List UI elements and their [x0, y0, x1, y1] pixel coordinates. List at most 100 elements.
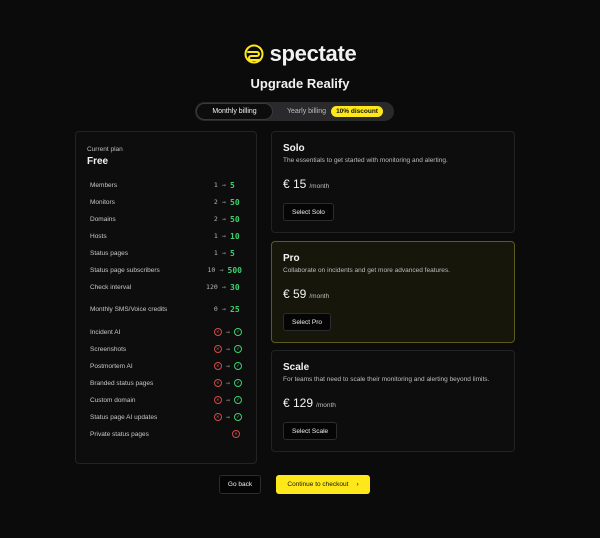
spectate-logo-icon: [244, 44, 264, 64]
quota-to: 5: [230, 248, 235, 258]
arrow-right-icon: →: [219, 266, 224, 274]
quota-to: 50: [230, 214, 240, 224]
arrow-right-icon: →: [225, 396, 230, 404]
quota-to: 30: [230, 282, 240, 292]
monthly-billing-option[interactable]: Monthly billing: [196, 103, 273, 120]
select-scale-button[interactable]: Select Scale: [283, 422, 338, 440]
plan-price: € 129 /month: [283, 396, 336, 410]
feature-values: ✕ → ✓: [206, 396, 242, 404]
x-icon: ✕: [213, 328, 222, 336]
feature-label: Branded status pages: [90, 379, 154, 387]
arrow-right-icon: →: [221, 181, 226, 189]
plan-card-pro: Pro Collaborate on incidents and get mor…: [271, 241, 515, 343]
feature-row: Postmortem AI ✕ → ✓: [90, 360, 242, 372]
plan-name: Solo: [283, 143, 305, 154]
x-icon: ✕: [213, 379, 222, 387]
select-pro-button[interactable]: Select Pro: [283, 313, 331, 331]
x-icon: ✕: [232, 430, 240, 438]
quota-values: 1 → 5: [214, 181, 242, 190]
quota-values: 1 → 10: [214, 232, 242, 241]
x-icon: ✕: [213, 396, 222, 404]
quota-from: 1: [213, 249, 218, 257]
quota-label: Check interval: [90, 283, 132, 291]
quota-values: 0 → 25: [214, 305, 242, 314]
plan-price-amount: € 15: [283, 177, 307, 191]
current-plan-label: Current plan: [87, 146, 123, 153]
quota-to: 50: [230, 197, 240, 207]
plan-description: For teams that need to scale their monit…: [283, 376, 490, 383]
plan-price-amount: € 129: [283, 396, 314, 410]
yearly-billing-label: Yearly billing: [287, 108, 327, 115]
quota-values: 120 → 30: [206, 283, 242, 292]
feature-values: ✕ → ✓: [206, 413, 242, 421]
yearly-billing-option[interactable]: Yearly billing 10% discount: [273, 103, 393, 120]
check-icon: ✓: [234, 396, 242, 404]
quota-from: 2: [213, 198, 218, 206]
brand-name: spectate: [269, 41, 357, 66]
quota-from: 2: [213, 215, 218, 223]
plan-card-solo: Solo The essentials to get started with …: [271, 131, 515, 233]
plan-description: The essentials to get started with monit…: [283, 157, 448, 164]
feature-values: ✕ → ✓: [206, 362, 242, 370]
plan-name: Pro: [283, 253, 300, 264]
quota-from: 0: [213, 305, 218, 313]
plan-price-period: /month: [316, 402, 336, 409]
feature-values: ✕: [206, 430, 242, 438]
quota-from: 1: [213, 232, 218, 240]
arrow-right-icon: →: [221, 305, 226, 313]
quota-label: Monthly SMS/Voice credits: [90, 305, 168, 313]
feature-row: Custom domain ✕ → ✓: [90, 394, 242, 406]
arrow-right-icon: →: [225, 413, 230, 421]
plan-price-amount: € 59: [283, 287, 307, 301]
quota-to: 5: [230, 180, 235, 190]
quota-values: 1 → 5: [214, 249, 242, 258]
check-icon: ✓: [234, 345, 242, 353]
continue-to-checkout-button[interactable]: Continue to checkout ›: [276, 475, 370, 494]
chevron-right-icon: ›: [356, 481, 359, 488]
quota-label: Domains: [90, 215, 116, 223]
quota-values: 10 → 500: [208, 266, 243, 275]
arrow-right-icon: →: [221, 249, 226, 257]
check-icon: ✓: [234, 362, 242, 370]
feature-row: Status page AI updates ✕ → ✓: [90, 411, 242, 423]
feature-row: Branded status pages ✕ → ✓: [90, 377, 242, 389]
arrow-right-icon: →: [225, 328, 230, 336]
current-plan-panel: Current plan Free Members 1 → 5 Monitors 2 → 50…: [75, 131, 257, 464]
quota-row: Monitors 2 → 50: [90, 196, 242, 208]
feature-label: Private status pages: [90, 430, 149, 438]
feature-row: Incident AI ✕ → ✓: [90, 326, 242, 338]
quota-label: Monitors: [90, 198, 115, 206]
quota-from: 120: [206, 283, 218, 291]
quota-from: 1: [213, 181, 218, 189]
quota-label: Status page subscribers: [90, 266, 160, 274]
arrow-right-icon: →: [225, 345, 230, 353]
quota-row: Hosts 1 → 10: [90, 230, 242, 242]
quota-row: Members 1 → 5: [90, 179, 242, 191]
arrow-right-icon: →: [225, 362, 230, 370]
current-plan-name: Free: [87, 156, 109, 167]
feature-values: ✕ → ✓: [206, 328, 242, 336]
quota-row: Status pages 1 → 5: [90, 247, 242, 259]
feature-values: ✕ → ✓: [206, 345, 242, 353]
feature-values: ✕ → ✓: [206, 379, 242, 387]
quota-row: Domains 2 → 50: [90, 213, 242, 225]
plan-card-scale: Scale For teams that need to scale their…: [271, 350, 515, 452]
arrow-right-icon: →: [221, 283, 226, 291]
arrow-right-icon: →: [221, 232, 226, 240]
billing-toggle: Monthly billing Yearly billing 10% disco…: [195, 102, 394, 121]
x-icon: ✕: [213, 362, 222, 370]
plan-name: Scale: [283, 362, 310, 373]
check-icon: ✓: [234, 379, 242, 387]
plan-price: € 15 /month: [283, 177, 329, 191]
select-solo-button[interactable]: Select Solo: [283, 203, 334, 221]
checkout-label: Continue to checkout: [287, 481, 349, 488]
quota-to: 25: [230, 304, 240, 314]
quota-values: 2 → 50: [214, 198, 242, 207]
quota-values: 2 → 50: [214, 215, 242, 224]
plan-price-period: /month: [309, 183, 330, 190]
brand-logo: spectate: [0, 41, 600, 67]
go-back-button[interactable]: Go back: [219, 475, 261, 494]
check-icon: ✓: [234, 328, 242, 336]
quota-row: Check interval 120 → 30: [90, 281, 242, 293]
quota-label: Status pages: [90, 249, 128, 257]
